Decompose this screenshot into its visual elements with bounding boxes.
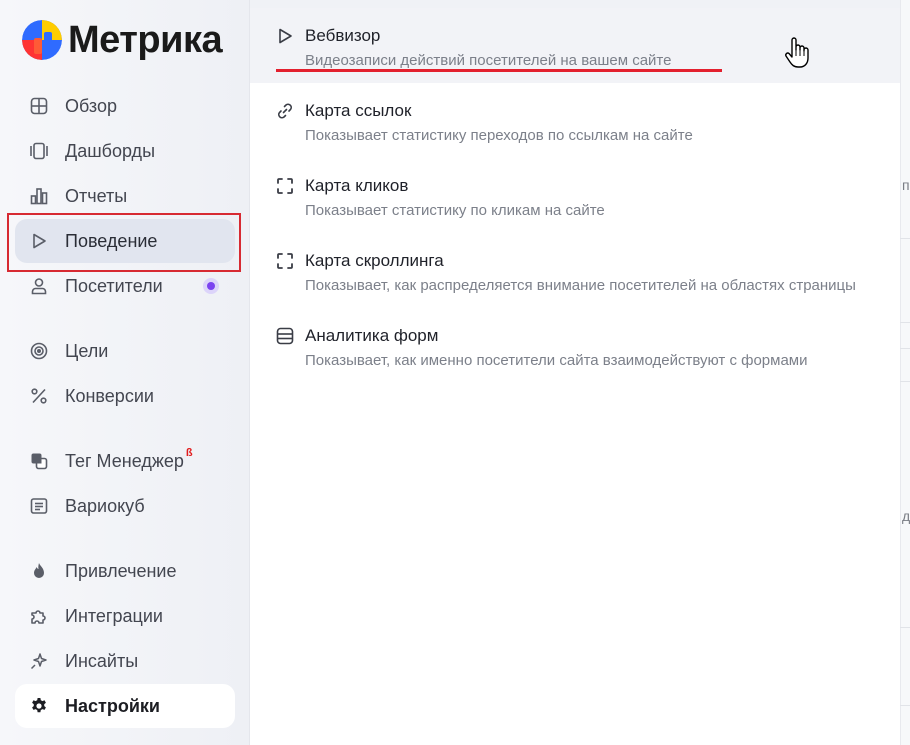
red-underline — [276, 69, 722, 72]
metrika-logo-icon — [22, 20, 62, 60]
sidebar-item-label: Цели — [65, 340, 109, 361]
sidebar-item-settings[interactable]: Настройки — [15, 684, 235, 728]
variocube-icon — [29, 496, 49, 516]
sidebar-item-label: Дашборды — [65, 140, 155, 161]
user-icon — [29, 276, 49, 296]
beta-badge: ß — [185, 446, 193, 459]
sidebar-item-label: Посетители — [65, 275, 163, 296]
divider — [900, 238, 910, 239]
tag-manager-label: Тег Менеджер — [65, 450, 184, 471]
cut-off-text: п — [902, 177, 910, 193]
percent-icon — [29, 386, 49, 406]
highlight-box — [7, 213, 241, 272]
gear-icon — [29, 696, 49, 716]
sidebar-item-label: Привлечение — [65, 560, 177, 581]
menu-item-description: Показывает, как именно посетители сайта … — [305, 352, 808, 369]
target-icon — [29, 341, 49, 361]
sidebar-item-label: Интеграции — [65, 605, 163, 626]
sidebar-item-acquisition[interactable]: Привлечение — [15, 549, 235, 593]
play-icon — [276, 27, 294, 45]
dashboards-icon — [29, 141, 49, 161]
sidebar-item-label: Настройки — [65, 695, 160, 716]
sidebar-item-label: Конверсии — [65, 385, 154, 406]
menu-item-click-map[interactable]: Карта кликов Показывает статистику по кл… — [276, 176, 886, 227]
grid-icon — [29, 96, 49, 116]
puzzle-icon — [29, 606, 49, 626]
sparkle-icon — [29, 651, 49, 671]
menu-item-description: Показывает, как распределяется внимание … — [305, 277, 856, 294]
sidebar-item-label: Вариокуб — [65, 495, 145, 516]
divider — [900, 705, 910, 706]
sidebar-item-goals[interactable]: Цели — [15, 329, 235, 373]
menu-item-title: Карта скроллинга — [305, 251, 444, 270]
sidebar-item-dashboards[interactable]: Дашборды — [15, 129, 235, 173]
divider — [900, 322, 910, 323]
forms-icon — [276, 327, 294, 345]
menu-item-description: Показывает статистику переходов по ссылк… — [305, 127, 693, 144]
menu-item-title: Аналитика форм — [305, 326, 439, 345]
bar-chart-icon — [29, 186, 49, 206]
sidebar-item-label: Инсайты — [65, 650, 139, 671]
sidebar-item-label: Тег Менеджер ß — [65, 447, 193, 472]
brand-name: Метрика — [68, 19, 223, 61]
flame-icon — [29, 561, 49, 581]
divider — [900, 348, 910, 349]
sidebar-item-label: Отчеты — [65, 185, 128, 206]
divider — [900, 627, 910, 628]
sidebar-item-reports[interactable]: Отчеты — [15, 174, 235, 218]
menu-item-description: Видеозаписи действий посетителей на ваше… — [305, 52, 672, 69]
sidebar-item-tag-manager[interactable]: Тег Менеджер ß — [15, 439, 235, 483]
sidebar-item-integrations[interactable]: Интеграции — [15, 594, 235, 638]
menu-item-title: Карта ссылок — [305, 101, 412, 120]
sidebar-item-label: Обзор — [65, 95, 117, 116]
sidebar: Метрика Обзор Дашборды Отчеты Поведение … — [0, 0, 250, 745]
sidebar-item-insights[interactable]: Инсайты — [15, 639, 235, 683]
menu-item-description: Показывает статистику по кликам на сайте — [305, 202, 605, 219]
menu-item-title: Карта кликов — [305, 176, 409, 195]
metrika-logo[interactable]: Метрика — [22, 18, 223, 62]
divider — [900, 381, 910, 382]
background-page-edge — [900, 0, 910, 745]
click-map-icon — [276, 177, 294, 195]
sidebar-item-conversions[interactable]: Конверсии — [15, 374, 235, 418]
menu-item-scroll-map[interactable]: Карта скроллинга Показывает, как распред… — [276, 251, 886, 302]
menu-item-link-map[interactable]: Карта ссылок Показывает статистику перех… — [276, 101, 886, 152]
new-badge — [203, 278, 219, 294]
sidebar-item-overview[interactable]: Обзор — [15, 84, 235, 128]
tag-manager-icon — [29, 451, 49, 471]
hand-cursor-icon — [784, 37, 810, 69]
cut-off-text: д — [902, 508, 910, 524]
scroll-map-icon — [276, 252, 294, 270]
menu-item-title: Вебвизор — [305, 26, 381, 45]
menu-item-form-analytics[interactable]: Аналитика форм Показывает, как именно по… — [276, 326, 886, 377]
sidebar-item-variocube[interactable]: Вариокуб — [15, 484, 235, 528]
link-icon — [276, 102, 294, 120]
